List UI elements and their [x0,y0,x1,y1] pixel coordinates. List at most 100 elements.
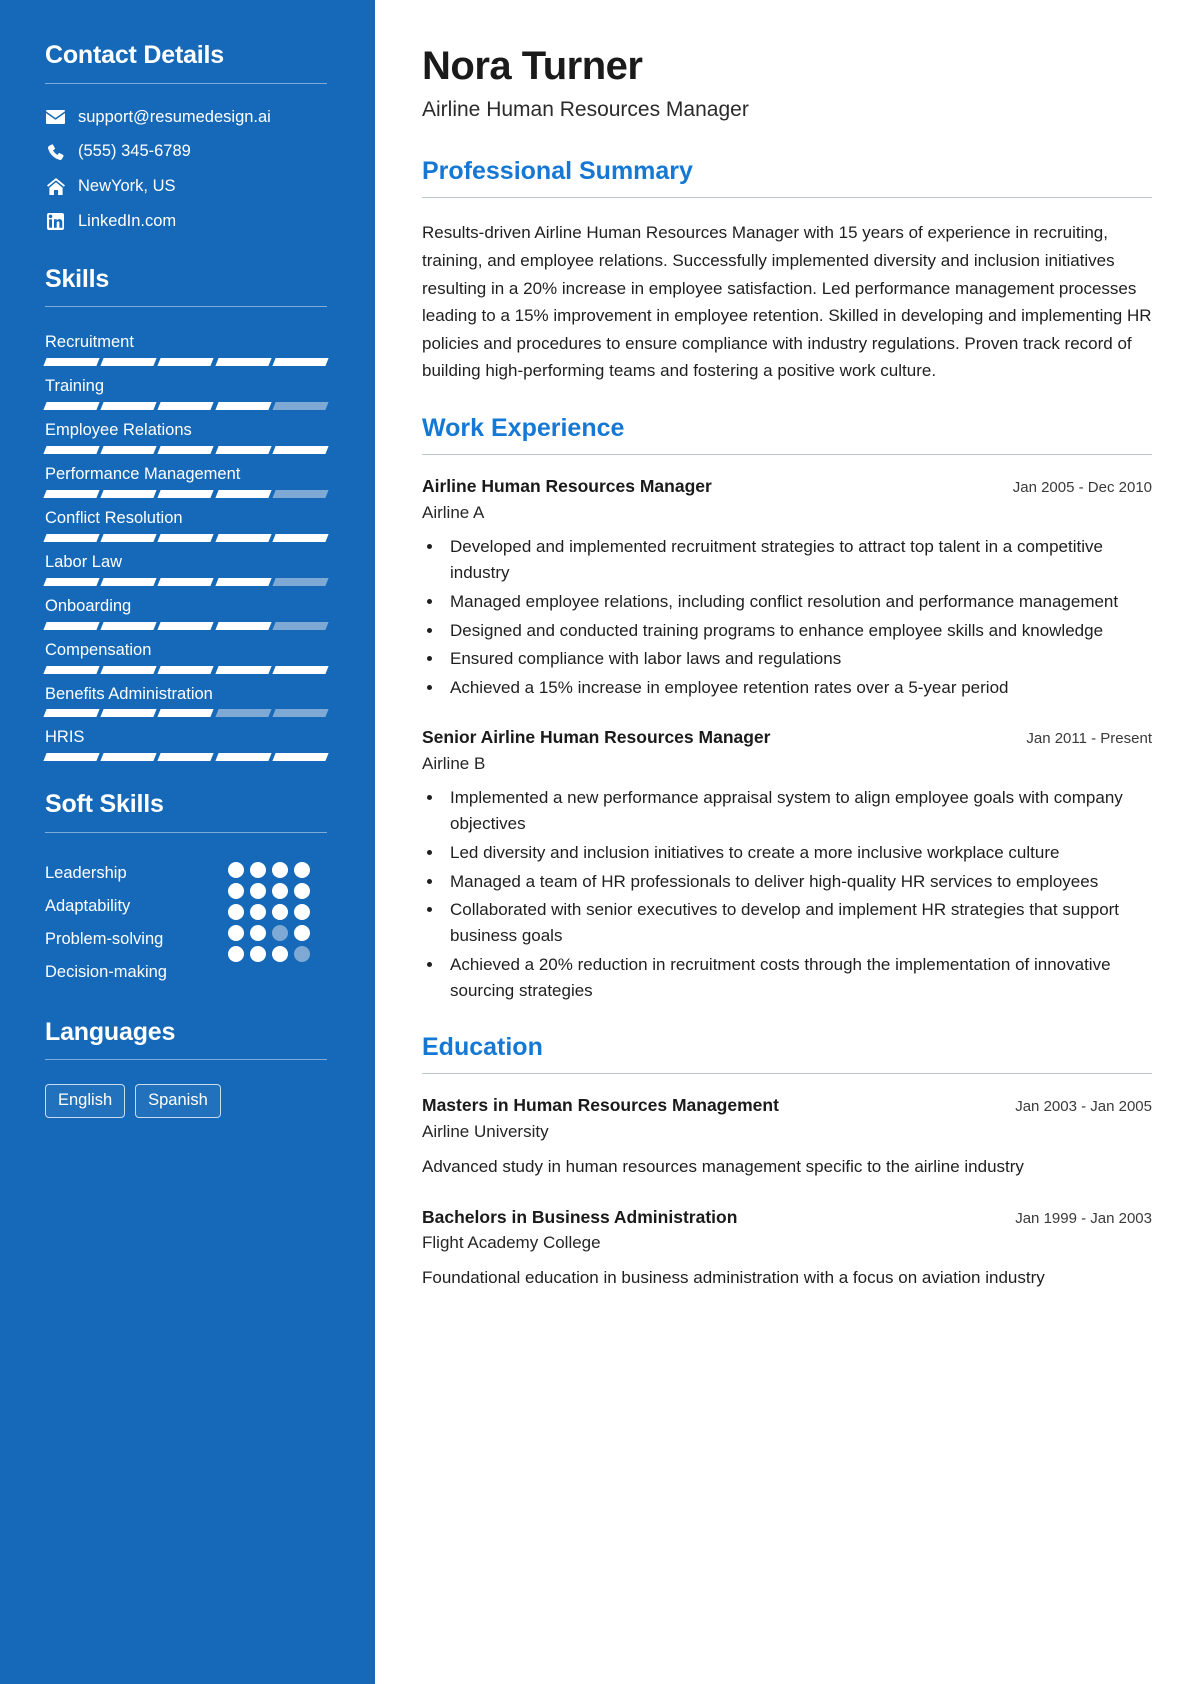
skill-bar-segment [157,753,215,762]
skill-bar-segment [100,753,158,762]
entry-description: Foundational education in business admin… [422,1268,1045,1288]
entry-description: Advanced study in human resources manage… [422,1157,1024,1177]
contact-item-value: LinkedIn.com [78,211,177,230]
skill-level-bar [43,533,329,542]
contact-item[interactable]: LinkedIn.com [45,212,327,232]
entry-bullet: Led diversity and inclusion initiatives … [444,840,1152,866]
skill-item: Compensation [43,639,329,674]
rating-dot [272,924,288,941]
skill-bar-segment [214,709,272,718]
skill-bar-segment [100,489,158,498]
skill-bar-segment [272,753,329,762]
skill-bar-segment [43,665,100,674]
entry-header: Masters in Human Resources Management Jan… [422,1095,1152,1117]
entry-organization: Airline University [422,1122,549,1142]
skill-bar-segment [214,753,272,762]
education-section: Education Masters in Human Resources Man… [422,1032,1152,1292]
skill-bar-segment [43,621,100,630]
skill-level-bar [43,402,329,411]
skill-bar-segment [100,665,158,674]
entry-bullet: Ensured compliance with labor laws and r… [444,646,1152,672]
entry-date-range: Jan 2011 - Present [1026,730,1152,748]
skill-item: Employee Relations [43,419,329,454]
skill-item: Onboarding [43,595,329,630]
skill-item: Performance Management [43,463,329,498]
skill-bar-segment [157,665,215,674]
work-experience-section: Work Experience Airline Human Resources … [422,414,1152,1004]
divider [45,306,327,308]
resume-entry: Senior Airline Human Resources Manager Ja… [422,727,1152,1004]
candidate-name: Nora Turner [422,44,643,88]
entry-role-title: Airline Human Resources Manager [422,476,712,497]
skill-label: Conflict Resolution [45,508,183,527]
skill-bar-segment [100,358,158,367]
skill-bar-segment [100,621,158,630]
languages-heading: Languages [45,1017,176,1046]
language-chip[interactable]: Spanish [135,1084,221,1118]
skill-bar-segment [214,358,272,367]
contact-item-value: NewYork, US [78,177,176,196]
skill-bar-segment [100,445,158,454]
rating-dot [294,945,310,962]
skill-bar-segment [272,489,329,498]
skill-label: Onboarding [45,596,132,615]
education-heading: Education [422,1032,543,1061]
divider [422,197,1152,199]
skill-bar-segment [214,402,272,411]
skill-bar-segment [214,445,272,454]
skill-item: HRIS [43,726,329,762]
rating-dot [250,882,266,899]
soft-skills-heading: Soft Skills [45,790,164,819]
rating-dot [294,924,310,941]
skill-bar-segment [272,402,329,411]
entry-date-range: Jan 1999 - Jan 2003 [1015,1209,1152,1227]
contact-item[interactable]: (555) 345-6789 [45,142,327,162]
entry-role-title: Bachelors in Business Administration [422,1206,738,1227]
soft-skills-list: Leadership Adaptability Problem-solving Dec… [45,857,327,989]
rating-dot [294,903,310,920]
rating-dot [272,861,288,878]
entry-bullet: Designed and conducted training programs… [444,618,1152,644]
contact-list: support@resumedesign.ai (555) 345-6789 New… [45,108,327,232]
resume-page: Contact Details support@resumedesign.ai (… [0,0,1200,1684]
skill-label: HRIS [45,728,85,747]
languages-chip-list: English Spanish [45,1084,327,1118]
entry-date-range: Jan 2005 - Dec 2010 [1012,479,1152,497]
entry-bullet: Achieved a 20% reduction in recruitment … [444,952,1152,1004]
skill-bar-segment [100,577,158,586]
skill-bar-segment [214,577,272,586]
main-content: Nora Turner Airline Human Resources Mana… [375,0,1200,1684]
rating-dot [250,903,266,920]
contact-item-value: support@resumedesign.ai [78,107,271,126]
languages-section: Languages English Spanish [45,1017,327,1118]
skill-label: Performance Management [45,464,241,483]
entry-date-range: Jan 2003 - Jan 2005 [1015,1098,1152,1116]
contact-item[interactable]: NewYork, US [45,177,327,197]
rating-dot [228,903,244,920]
contact-details-section: Contact Details support@resumedesign.ai (… [45,41,327,232]
skill-item: Conflict Resolution [43,507,329,542]
rating-dot [228,945,244,962]
entry-header: Airline Human Resources Manager Jan 2005 … [422,476,1152,498]
skills-section: Skills Recruitment Training Employee Relat… [43,264,329,762]
soft-skill-label: Decision-making [45,962,167,981]
resume-entry: Airline Human Resources Manager Jan 2005 … [422,476,1152,701]
skill-label: Recruitment [45,333,134,352]
entry-bullet: Implemented a new performance appraisal … [444,785,1152,837]
skill-level-bar [43,445,329,454]
skill-bar-segment [43,445,100,454]
contact-item[interactable]: support@resumedesign.ai [45,108,327,128]
skill-bar-segment [43,577,100,586]
skill-bar-segment [43,489,100,498]
professional-summary-heading: Professional Summary [422,156,693,185]
entry-bullet: Managed employee relations, including co… [444,589,1152,615]
divider [422,454,1152,456]
entry-bullet: Developed and implemented recruitment st… [444,534,1152,586]
entry-bullet: Achieved a 15% increase in employee rete… [444,675,1152,701]
language-chip[interactable]: English [45,1084,126,1118]
rating-dot [228,861,244,878]
divider [45,82,327,84]
skill-label: Training [45,377,104,396]
skill-level-bar [43,665,329,674]
skills-heading: Skills [45,264,110,293]
